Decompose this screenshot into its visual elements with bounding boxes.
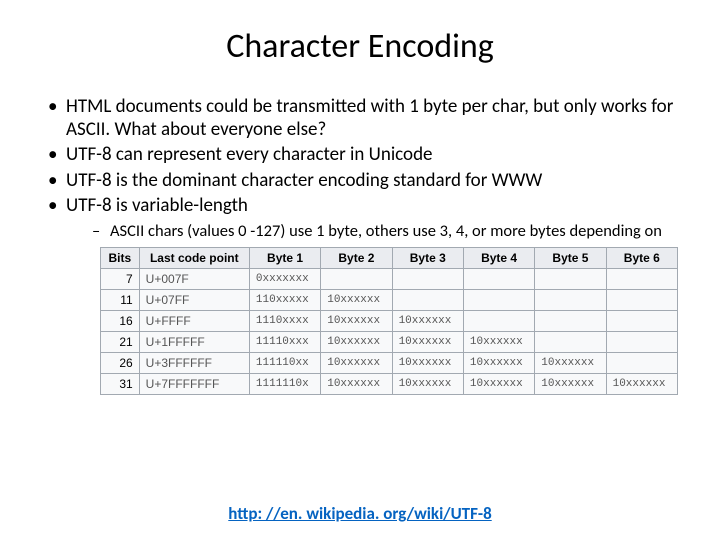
cell-byte: 110xxxxx — [249, 289, 320, 310]
bullet-list: HTML documents could be transmitted with… — [28, 95, 692, 241]
cell-cp: U+3FFFFFF — [139, 352, 249, 373]
col-byte1: Byte 1 — [249, 247, 320, 268]
cell-byte — [606, 289, 677, 310]
table-row: 21 U+1FFFFF 11110xxx 10xxxxxx 10xxxxxx 1… — [101, 331, 678, 352]
cell-cp: U+07FF — [139, 289, 249, 310]
col-byte4: Byte 4 — [463, 247, 534, 268]
cell-byte: 1110xxxx — [249, 310, 320, 331]
cell-byte: 10xxxxxx — [321, 310, 392, 331]
table-header-row: Bits Last code point Byte 1 Byte 2 Byte … — [101, 247, 678, 268]
source-link[interactable]: http: //en. wikipedia. org/wiki/UTF-8 — [228, 503, 491, 524]
cell-byte: 10xxxxxx — [463, 373, 534, 394]
cell-byte — [392, 268, 463, 289]
col-byte5: Byte 5 — [535, 247, 606, 268]
cell-bits: 16 — [101, 310, 140, 331]
col-cp: Last code point — [139, 247, 249, 268]
cell-bits: 21 — [101, 331, 140, 352]
table-row: 11 U+07FF 110xxxxx 10xxxxxx — [101, 289, 678, 310]
cell-cp: U+FFFF — [139, 310, 249, 331]
cell-byte — [606, 331, 677, 352]
bullet-item: UTF-8 can represent every character in U… — [46, 143, 680, 166]
cell-cp: U+7FFFFFFF — [139, 373, 249, 394]
cell-byte: 10xxxxxx — [535, 352, 606, 373]
cell-byte: 10xxxxxx — [392, 352, 463, 373]
cell-byte — [535, 289, 606, 310]
table-row: 7 U+007F 0xxxxxxx — [101, 268, 678, 289]
cell-byte — [606, 310, 677, 331]
bullet-text: UTF-8 is variable-length — [66, 194, 248, 217]
cell-cp: U+1FFFFF — [139, 331, 249, 352]
cell-byte: 10xxxxxx — [463, 331, 534, 352]
cell-bits: 11 — [101, 289, 140, 310]
cell-byte: 10xxxxxx — [321, 373, 392, 394]
col-byte3: Byte 3 — [392, 247, 463, 268]
utf8-table-wrap: Bits Last code point Byte 1 Byte 2 Byte … — [100, 247, 678, 395]
cell-byte: 11110xxx — [249, 331, 320, 352]
bullet-text: UTF-8 is the dominant character encoding… — [66, 169, 542, 192]
col-bits: Bits — [101, 247, 140, 268]
bullet-item: UTF-8 is the dominant character encoding… — [46, 169, 680, 192]
cell-byte — [606, 268, 677, 289]
sub-bullet-item: ASCII chars (values 0 -127) use 1 byte, … — [92, 221, 680, 241]
cell-byte — [463, 268, 534, 289]
bullet-item: UTF-8 is variable-length ASCII chars (va… — [46, 194, 680, 241]
source-line: http: //en. wikipedia. org/wiki/UTF-8 — [0, 503, 720, 524]
cell-byte: 111110xx — [249, 352, 320, 373]
cell-byte — [535, 268, 606, 289]
cell-byte: 10xxxxxx — [321, 331, 392, 352]
cell-bits: 26 — [101, 352, 140, 373]
cell-cp: U+007F — [139, 268, 249, 289]
cell-byte: 10xxxxxx — [321, 352, 392, 373]
cell-byte: 10xxxxxx — [606, 373, 677, 394]
cell-bits: 7 — [101, 268, 140, 289]
bullet-item: HTML documents could be transmitted with… — [46, 95, 680, 141]
cell-byte: 10xxxxxx — [392, 310, 463, 331]
cell-byte: 10xxxxxx — [535, 373, 606, 394]
bullet-text: HTML documents could be transmitted with… — [66, 95, 673, 141]
cell-byte — [463, 310, 534, 331]
cell-byte: 0xxxxxxx — [249, 268, 320, 289]
cell-bits: 31 — [101, 373, 140, 394]
sub-bullet-text: ASCII chars (values 0 -127) use 1 byte, … — [110, 221, 662, 241]
cell-byte — [535, 310, 606, 331]
cell-byte: 10xxxxxx — [392, 331, 463, 352]
page-title: Character Encoding — [28, 26, 692, 67]
slide: Character Encoding HTML documents could … — [0, 0, 720, 540]
cell-byte: 10xxxxxx — [321, 289, 392, 310]
table-row: 31 U+7FFFFFFF 1111110x 10xxxxxx 10xxxxxx… — [101, 373, 678, 394]
table-row: 16 U+FFFF 1110xxxx 10xxxxxx 10xxxxxx — [101, 310, 678, 331]
cell-byte — [463, 289, 534, 310]
cell-byte — [606, 352, 677, 373]
cell-byte — [321, 268, 392, 289]
cell-byte: 1111110x — [249, 373, 320, 394]
sub-bullet-list: ASCII chars (values 0 -127) use 1 byte, … — [66, 221, 680, 241]
col-byte2: Byte 2 — [321, 247, 392, 268]
utf8-table: Bits Last code point Byte 1 Byte 2 Byte … — [100, 247, 678, 395]
col-byte6: Byte 6 — [606, 247, 677, 268]
cell-byte: 10xxxxxx — [463, 352, 534, 373]
table-body: 7 U+007F 0xxxxxxx 11 U+07FF 110xxxxx 10x… — [101, 268, 678, 394]
table-row: 26 U+3FFFFFF 111110xx 10xxxxxx 10xxxxxx … — [101, 352, 678, 373]
cell-byte: 10xxxxxx — [392, 373, 463, 394]
cell-byte — [392, 289, 463, 310]
table-head: Bits Last code point Byte 1 Byte 2 Byte … — [101, 247, 678, 268]
cell-byte — [535, 331, 606, 352]
bullet-text: UTF-8 can represent every character in U… — [66, 143, 433, 166]
